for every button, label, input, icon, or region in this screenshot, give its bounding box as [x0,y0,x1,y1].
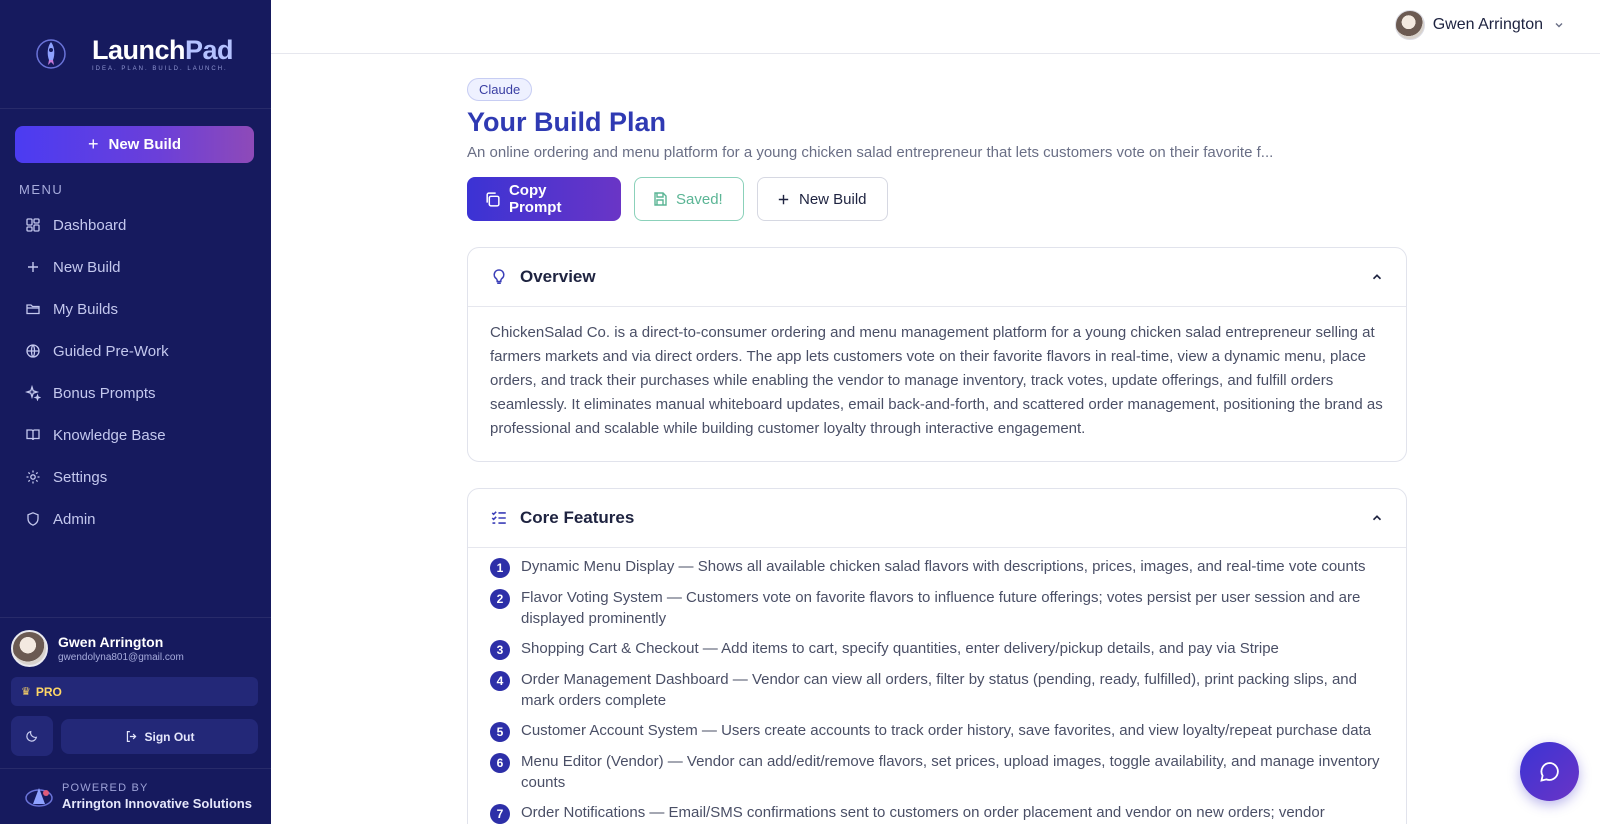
feature-number: 1 [490,558,510,578]
globe-icon [25,343,41,359]
action-bar: Copy Prompt Saved! New Build [467,177,1407,221]
chat-bubble-icon [1539,761,1559,782]
sign-out-button[interactable]: Sign Out [61,719,258,754]
brand-name: LaunchPad [92,35,234,65]
menu-section-label: MENU [19,182,64,197]
page-subtitle: An online ordering and menu platform for… [467,144,1274,161]
sidebar-divider [0,617,271,618]
list-item: 6 Menu Editor (Vendor) — Vendor can add/e… [490,751,1384,793]
plus-icon [25,259,41,275]
avatar [11,630,48,667]
dashboard-icon [25,217,41,233]
list-item: 1 Dynamic Menu Display — Shows all availa… [490,556,1384,578]
folder-icon [25,301,41,317]
list-item: 5 Customer Account System — Users create … [490,720,1384,742]
topbar: Gwen Arrington [271,0,1600,54]
sidebar-item-new-build[interactable]: New Build [15,246,255,288]
saved-button[interactable]: Saved! [634,177,744,221]
feature-number: 5 [490,722,510,742]
sidebar-item-bonus-prompts[interactable]: Bonus Prompts [15,372,255,414]
overview-title: Overview [520,267,596,286]
user-menu[interactable]: Gwen Arrington [1394,10,1565,40]
core-features-card: Core Features 1 Dynamic Menu Display — Sh… [467,488,1407,824]
chevron-down-icon [1555,23,1563,28]
page-title: Your Build Plan [467,107,667,137]
sidebar-item-guided-pre-work[interactable]: Guided Pre-Work [15,330,255,372]
overview-body: ChickenSalad Co. is a direct-to-consumer… [490,324,1383,437]
gear-icon [25,469,41,485]
sidebar: LaunchPad IDEA. PLAN. BUILD. LAUNCH. + N… [0,0,271,824]
checklist-icon [491,511,506,524]
new-build-button[interactable]: New Build [757,177,888,221]
logout-icon [126,731,136,742]
core-features-list: 1 Dynamic Menu Display — Shows all availa… [468,548,1406,824]
company-logo-icon [25,787,53,807]
sidebar-item-settings[interactable]: Settings [15,456,255,498]
feature-number: 4 [490,671,510,691]
feature-number: 2 [490,589,510,609]
moon-icon [26,730,38,742]
overview-card: Overview ChickenSalad Co. is a direct-to… [467,247,1407,462]
powered-by: POWERED BY Arrington Innovative Solution… [0,768,271,824]
overview-header[interactable]: Overview [468,248,1406,307]
theme-toggle-button[interactable] [11,716,53,756]
plan-badge: ♛ PRO [11,677,258,706]
crown-icon: ♛ [21,686,31,698]
chevron-up-icon [1372,274,1382,280]
list-item: 7 Order Notifications — Email/SMS confirm… [490,802,1384,824]
avatar [1394,10,1425,40]
main-content: Claude Your Build Plan An online orderin… [467,78,1407,824]
model-badge: Claude [467,78,533,101]
sparkle-icon [25,385,41,401]
sidebar-item-my-builds[interactable]: My Builds [15,288,255,330]
sidebar-nav: Dashboard New Build My Builds Guided Pre… [15,204,255,540]
sidebar-user-email: gwendolyna801@gmail.com [58,652,184,663]
book-icon [25,427,41,443]
chevron-up-icon [1372,515,1382,521]
brand-tagline: IDEA. PLAN. BUILD. LAUNCH. [92,66,228,72]
sidebar-item-admin[interactable]: Admin [15,498,255,540]
sidebar-user-name: Gwen Arrington [58,634,164,650]
save-icon [654,192,667,206]
plus-icon: + [87,134,99,154]
shield-icon [25,511,41,527]
sidebar-new-build-button[interactable]: + New Build [15,126,254,163]
copy-icon [486,191,500,207]
plus-icon [778,194,789,204]
copy-prompt-button[interactable]: Copy Prompt [467,177,621,221]
topbar-user-name: Gwen Arrington [1432,16,1543,33]
chat-button[interactable] [1520,742,1579,801]
list-item: 3 Shopping Cart & Checkout — Add items to… [490,638,1384,660]
core-features-title: Core Features [520,508,635,527]
list-item: 4 Order Management Dashboard — Vendor can… [490,669,1384,711]
lightbulb-icon [493,269,505,284]
core-features-header[interactable]: Core Features [468,489,1406,548]
sidebar-item-dashboard[interactable]: Dashboard [15,204,255,246]
sidebar-item-knowledge-base[interactable]: Knowledge Base [15,414,255,456]
feature-number: 3 [490,640,510,660]
sidebar-user[interactable]: Gwen Arrington gwendolyna801@gmail.com [11,630,184,667]
list-item: 2 Flavor Voting System — Customers vote o… [490,587,1384,629]
feature-number: 6 [490,753,510,773]
rocket-logo-icon [36,39,66,69]
feature-number: 7 [490,804,510,824]
brand[interactable]: LaunchPad IDEA. PLAN. BUILD. LAUNCH. [0,0,271,109]
